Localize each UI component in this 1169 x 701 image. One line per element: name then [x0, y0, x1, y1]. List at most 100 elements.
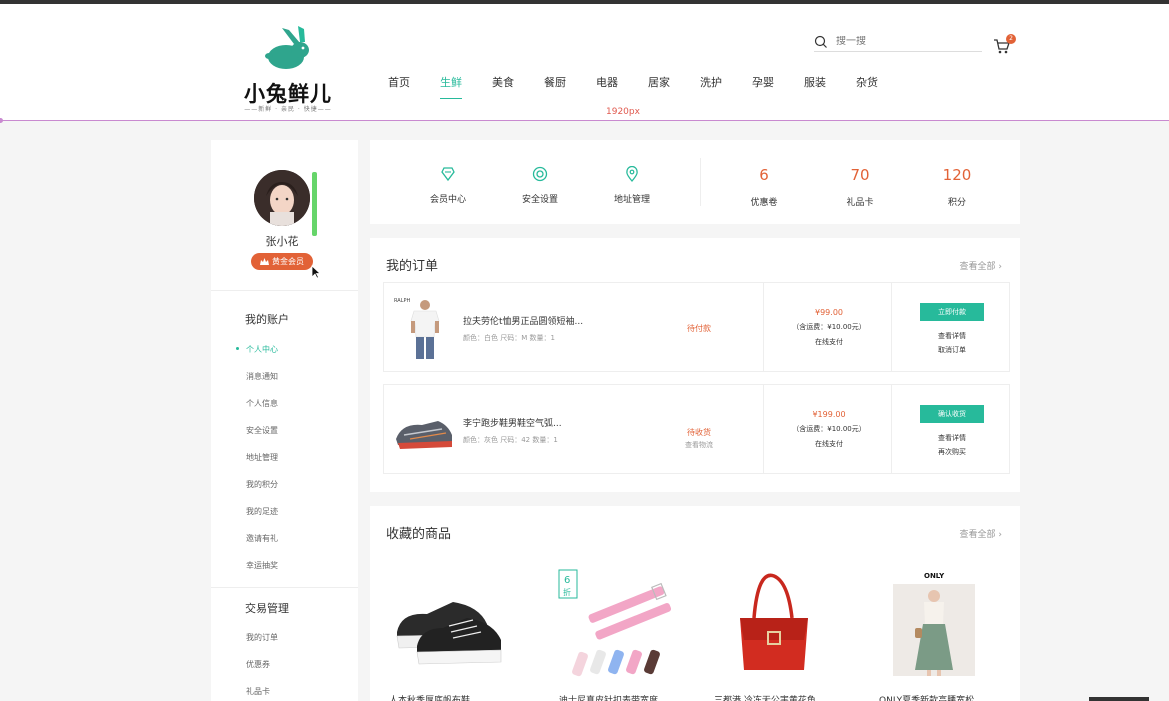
crown-icon: [260, 257, 269, 265]
nav-item-3[interactable]: 餐厨: [544, 74, 566, 90]
logo[interactable]: 小兔鲜儿 ——新鲜 · 亲民 · 快捷——: [238, 26, 338, 114]
track-logistics-link[interactable]: 查看物流: [654, 440, 744, 450]
sidebar-item[interactable]: 地址管理: [246, 452, 278, 463]
sidebar-divider: [211, 290, 358, 291]
username: 张小花: [265, 235, 299, 248]
highlight-mark: [312, 172, 317, 236]
sidebar-item[interactable]: 邀请有礼: [246, 533, 278, 544]
sidebar-item[interactable]: 我的积分: [246, 479, 278, 490]
points-label: 积分: [947, 198, 966, 208]
order-product-name[interactable]: 拉夫劳伦t恤男正品圆领短袖...: [463, 314, 583, 327]
member-icon: [441, 167, 455, 182]
avatar-image: [254, 170, 310, 226]
search-icon[interactable]: [814, 35, 828, 49]
security-settings-link[interactable]: 安全设置: [500, 166, 580, 205]
favorite-product-name: 三都港 冷冻无公害黄花鱼: [714, 696, 816, 701]
orders-panel: 我的订单 查看全部 › RALPH 拉夫劳伦t恤男正品圆领短袖... 颜色：白色…: [370, 238, 1020, 492]
sidebar-item[interactable]: 消息通知: [246, 371, 278, 382]
favorite-product-name: 迪士尼真皮针扣表带宽度: [559, 696, 659, 701]
main-nav: 首页 生鲜 美食 餐厨 电器 居家 洗护 孕婴 服装 杂货: [388, 74, 908, 99]
buy-again-link[interactable]: 再次购买: [920, 447, 984, 457]
security-settings-label: 安全设置: [521, 195, 558, 205]
canvas-shoe-image: [387, 566, 517, 684]
member-level-text: 黄金会员: [272, 257, 304, 266]
coupon-stat[interactable]: 6 优惠卷: [724, 166, 804, 208]
nav-item-9[interactable]: 杂货: [856, 74, 878, 90]
favorites-title: 收藏的商品: [386, 527, 452, 542]
window-corner-bar: [1089, 697, 1149, 701]
member-center-label: 会员中心: [429, 195, 466, 205]
confirm-receipt-button[interactable]: 确认收货: [920, 405, 984, 423]
sidebar-item[interactable]: 幸运抽奖: [246, 560, 278, 571]
orders-title: 我的订单: [386, 259, 439, 274]
order-product-spec: 颜色：白色 尺码：M 数量：1: [463, 334, 555, 342]
sidebar-item[interactable]: 优惠券: [246, 659, 270, 670]
sidebar: 张小花 黄金会员 我的账户 交易管理 个人中心 消息通知 个人信息 安全设置 地址管理我…: [211, 140, 358, 701]
cart-count-badge: 2: [1006, 34, 1016, 44]
nav-item-7[interactable]: 孕婴: [752, 74, 774, 90]
avatar[interactable]: [254, 170, 310, 226]
brand-tagline: ——新鲜 · 亲民 · 快捷——: [244, 106, 332, 113]
order-price: ¥99.00: [815, 308, 843, 317]
cancel-order-link[interactable]: 取消订单: [920, 345, 984, 355]
sidebar-item[interactable]: 礼品卡: [246, 686, 270, 697]
sidebar-group-title-account: 我的账户: [245, 313, 289, 326]
guide-line: [0, 118, 1169, 123]
nav-item-5[interactable]: 居家: [648, 74, 670, 90]
address-management-label: 地址管理: [613, 195, 650, 205]
site-header: 小兔鲜儿 ——新鲜 · 亲民 · 快捷—— 首页 生鲜 美食 餐厨 电器 居家 洗护 孕婴 服装…: [0, 4, 1169, 120]
sidebar-item[interactable]: 个人信息: [246, 398, 278, 409]
view-details-link[interactable]: 查看详情: [920, 331, 984, 341]
overview-divider: [700, 158, 701, 206]
discount-tag-label: 折: [563, 587, 571, 597]
favorite-product-name: ONLY夏季新款高腰宽松: [879, 696, 975, 701]
address-management-link[interactable]: 地址管理: [592, 166, 672, 205]
nav-item-4[interactable]: 电器: [596, 74, 618, 90]
order-price: ¥199.00: [812, 410, 846, 419]
orders-view-all-link[interactable]: 查看全部 ›: [960, 259, 1002, 272]
order-card: 李宁跑步鞋男鞋空气弧... 颜色：灰色 尺码：42 数量：1 待收货 查看物流 …: [383, 384, 1010, 474]
order-card: RALPH 拉夫劳伦t恤男正品圆领短袖... 颜色：白色 尺码：M 数量：1 待…: [383, 282, 1010, 372]
order-pay-method: 在线支付: [815, 440, 843, 448]
sidebar-item[interactable]: 安全设置: [246, 425, 278, 436]
member-center-link[interactable]: 会员中心: [408, 166, 488, 205]
order-product-name[interactable]: 李宁跑步鞋男鞋空气弧...: [463, 416, 562, 429]
brand-label: ONLY: [924, 572, 945, 580]
security-icon: [532, 166, 548, 182]
sidebar-item[interactable]: 我的足迹: [246, 506, 278, 517]
nav-item-0[interactable]: 首页: [388, 74, 410, 90]
sidebar-item[interactable]: 我的订单: [246, 632, 278, 643]
mouse-cursor-icon: [311, 265, 321, 279]
view-details-link[interactable]: 查看详情: [920, 433, 984, 443]
favorites-view-all-link[interactable]: 查看全部 ›: [960, 527, 1002, 540]
nav-item-6[interactable]: 洗护: [700, 74, 722, 90]
red-handbag-image: [712, 566, 842, 684]
cart[interactable]: 2: [993, 34, 1016, 54]
overview-panel: 会员中心 安全设置 地址管理 6 优惠卷 70 礼品卡 120 积分: [370, 140, 1020, 224]
coupon-count: 6: [759, 166, 769, 184]
gift-card-stat[interactable]: 70 礼品卡: [820, 166, 900, 208]
width-annotation: 1920px: [606, 107, 640, 117]
order-status: 待收货: [687, 428, 711, 437]
favorites-panel: 收藏的商品 查看全部 › 人本秋季厚底帆布鞋 6 折 迪士尼真皮针扣表带宽度 三…: [370, 506, 1020, 701]
points-stat[interactable]: 120 积分: [917, 166, 997, 208]
nav-item-2[interactable]: 美食: [492, 74, 514, 90]
order-column-divider: [891, 283, 892, 371]
favorite-product-name: 人本秋季厚底帆布鞋: [389, 696, 471, 701]
pay-now-button[interactable]: 立即付款: [920, 303, 984, 321]
points-count: 120: [942, 166, 972, 184]
search-input[interactable]: [836, 36, 966, 47]
svg-text:RALPH: RALPH: [394, 298, 410, 304]
order-status: 待付款: [687, 324, 711, 333]
nav-item-8[interactable]: 服装: [804, 74, 826, 90]
gift-card-label: 礼品卡: [846, 198, 874, 208]
green-skirt-outfit-image: ONLY: [877, 566, 1007, 684]
sidebar-item[interactable]: 个人中心: [236, 344, 278, 355]
sidebar-divider: [211, 587, 358, 588]
location-icon: [626, 166, 638, 182]
rabbit-logo-icon: [265, 26, 309, 69]
nav-item-1[interactable]: 生鲜: [440, 74, 462, 99]
discount-tag-number: 6: [564, 575, 570, 586]
order-freight: （含运费：¥10.00元）: [792, 323, 866, 331]
coupon-label: 优惠卷: [750, 198, 778, 208]
